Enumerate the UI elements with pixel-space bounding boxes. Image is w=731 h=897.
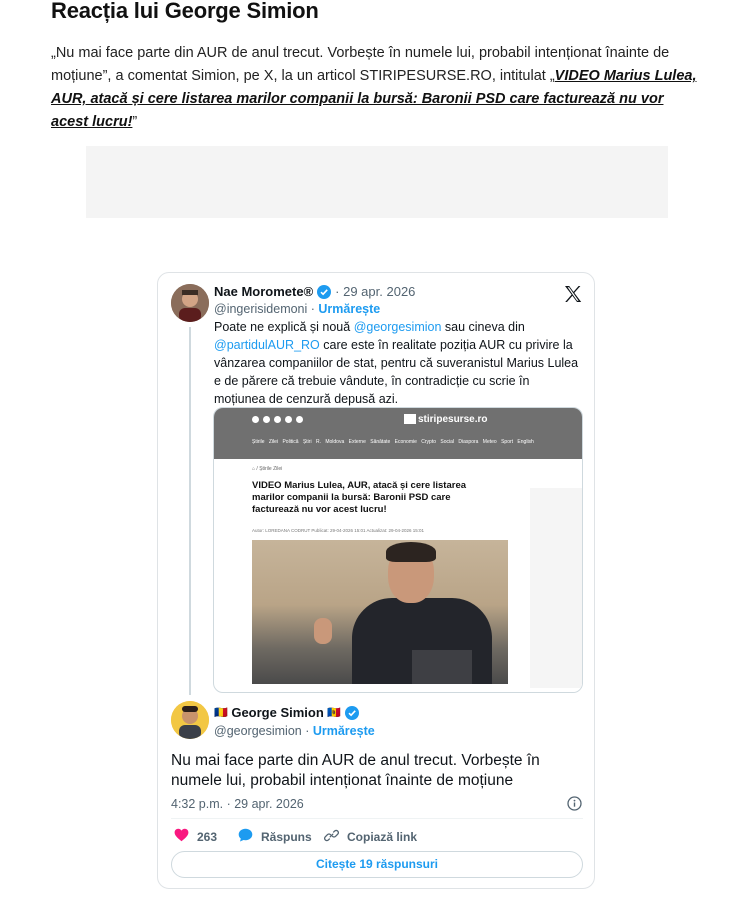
article-screenshot[interactable]: stiripesurse.ro Știrile Zilei Politică Ș… [213,407,583,693]
reply-author-row: 🇷🇴 George Simion 🇲🇩 [214,705,360,720]
verified-badge-icon [345,705,360,720]
tweet-text-part: sau cineva din [441,320,525,334]
follow-button[interactable]: Urmărește [313,724,375,738]
site-name: stiripesurse.ro [418,414,488,425]
follow-button[interactable]: Urmărește [318,302,380,316]
flag-md-icon: 🇲🇩 [327,707,342,719]
photo-person-hair [386,542,436,562]
verified-badge-icon [317,284,332,299]
facebook-icon [252,416,259,423]
mention-link[interactable]: @georgesimion [354,320,442,334]
ad-placeholder [86,146,668,218]
info-icon[interactable] [567,796,582,811]
flag-ro-icon: 🇷🇴 [214,707,228,719]
author-name[interactable]: Nae Moromete® [214,284,313,299]
handle-row: @ingerisidemoni · Urmărește [214,302,381,316]
reply-bubble-icon [238,828,253,845]
reply-author-name[interactable]: George Simion [231,705,323,720]
paragraph-end: ” [132,114,138,130]
breadcrumb: ⌂ / Știrile Zilei [252,466,283,472]
section-heading: Reacția lui George Simion [51,0,319,23]
author-row: Nae Moromete® · 29 apr. 2026 [214,284,415,299]
x-icon [263,416,270,423]
embedded-tweet: Nae Moromete® · 29 apr. 2026 @ingeriside… [157,272,595,889]
mention-link[interactable]: @partidulAUR_RO [214,338,320,352]
site-nav: Știrile Zilei Politică Știri R. Moldova … [252,439,534,445]
youtube-icon [296,416,303,423]
like-count: 263 [197,829,218,844]
tweet-text: Poate ne explică și nouă @georgesimion s… [214,318,584,408]
article-meta: Autor: LOREDANA CODRUT Publicat: 29-04-2… [252,528,425,533]
photo-desk [412,650,472,684]
site-logo: stiripesurse.ro [404,414,487,425]
avatar[interactable] [171,701,209,739]
article-photo [252,540,508,684]
copy-link-label: Copiază link [347,830,418,844]
heart-icon [174,828,189,845]
instagram-icon [274,416,281,423]
reply-handle-row: @georgesimion · Urmărește [214,724,375,738]
reply-label: Răspuns [261,829,312,844]
site-header: stiripesurse.ro Știrile Zilei Politică Ș… [214,408,582,459]
thread-line [189,327,191,695]
tiktok-icon [285,416,292,423]
photo-person-hand [314,618,332,644]
article-title: VIDEO Marius Lulea, AUR, atacă și cere l… [252,480,467,515]
link-icon [323,828,340,846]
tweet-text-part: Poate ne explică și nouă [214,320,354,334]
reply-author-handle[interactable]: @georgesimion [214,724,302,738]
read-replies-button[interactable]: Citește 19 răspunsuri [171,851,583,878]
article-paragraph: „Nu mai face parte din AUR de anul trecu… [51,42,701,134]
reply-timestamp[interactable]: 4:32 p.m. · 29 apr. 2026 [171,797,304,811]
reply-button[interactable]: Răspuns [238,828,312,845]
sidebar-ad [530,488,582,688]
reply-text: Nu mai face parte din AUR de anul trecut… [171,752,540,789]
tweet-date[interactable]: · 29 apr. 2026 [335,284,415,299]
x-logo-icon[interactable] [563,284,583,304]
like-button[interactable]: 263 [174,828,217,845]
copy-link-button[interactable]: Copiază link [323,828,418,846]
avatar[interactable] [171,284,209,322]
author-handle[interactable]: @ingerisidemoni [214,302,307,316]
site-logo-mark [404,414,416,425]
divider [171,818,583,819]
